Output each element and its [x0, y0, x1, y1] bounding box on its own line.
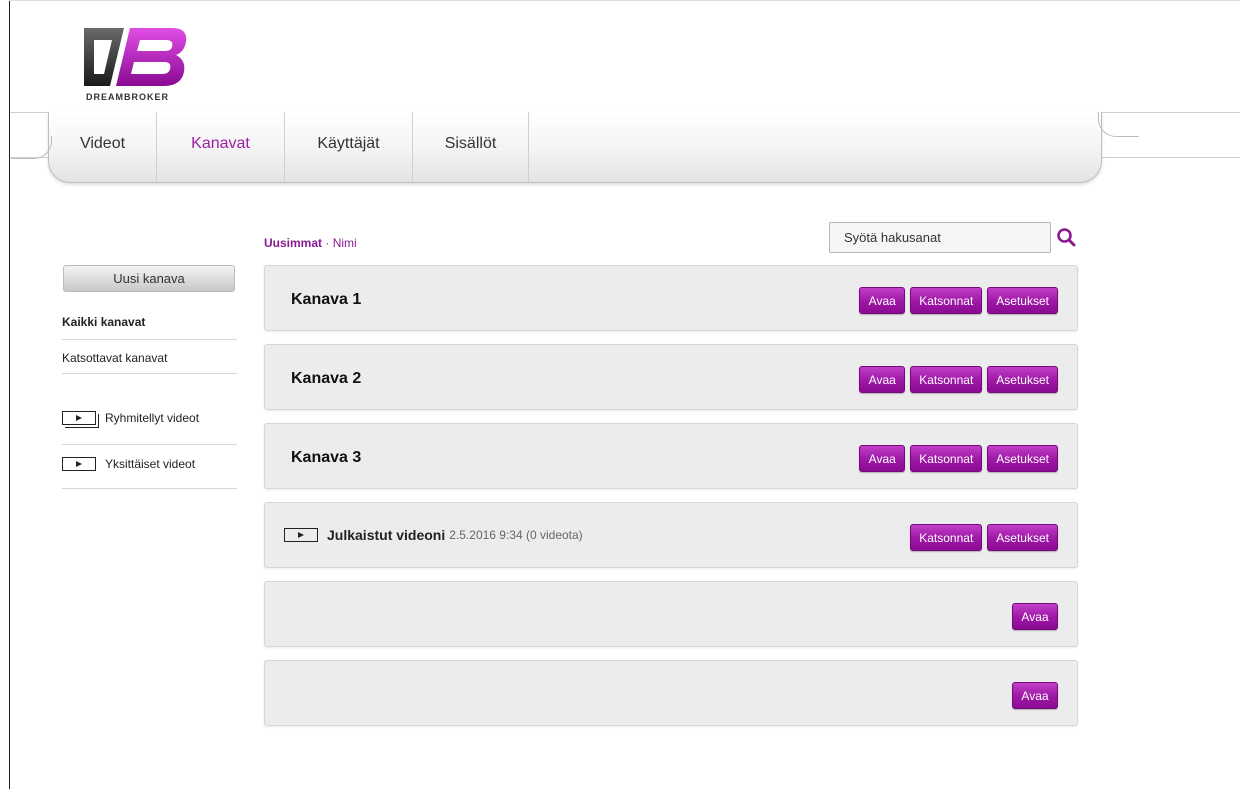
channel-title[interactable]: Kanava 2	[291, 370, 361, 388]
sidebar-item-label: Yksittäiset videot	[105, 457, 196, 471]
sort-newest-link[interactable]: Uusimmat	[264, 236, 322, 250]
published-videos-meta: 2.5.2016 9:34 (0 videota)	[449, 528, 583, 542]
open-button[interactable]: Avaa	[1012, 603, 1058, 630]
sort-options: Uusimmat · Nimi	[264, 236, 357, 250]
search-input[interactable]	[829, 222, 1051, 253]
main-nav: Videot Kanavat Käyttäjät Sisällöt	[11, 112, 1139, 183]
sidebar-divider	[62, 444, 237, 445]
video-icon	[284, 528, 318, 542]
published-videos-card: Julkaistut videoni 2.5.2016 9:34 (0 vide…	[264, 502, 1078, 568]
open-button[interactable]: Avaa	[1012, 682, 1058, 709]
sort-separator: ·	[322, 236, 333, 250]
channel-card: Kanava 2 Avaa Katsonnat Asetukset	[264, 344, 1078, 410]
views-button[interactable]: Katsonnat	[910, 445, 983, 472]
search-icon[interactable]	[1056, 227, 1076, 247]
channel-card: Kanava 3 Avaa Katsonnat Asetukset	[264, 423, 1078, 489]
sidebar-divider	[62, 373, 237, 374]
sidebar-item-all-channels[interactable]: Kaikki kanavat	[62, 315, 145, 329]
open-button[interactable]: Avaa	[859, 445, 906, 472]
nav-tab-videot[interactable]: Videot	[49, 112, 157, 182]
sidebar-item-label: Ryhmitellyt videot	[105, 411, 200, 425]
grouped-video-icon	[62, 411, 99, 428]
new-channel-button[interactable]: Uusi kanava	[63, 265, 235, 292]
channel-card: Avaa	[264, 581, 1078, 647]
settings-button[interactable]: Asetukset	[987, 366, 1058, 393]
channel-card: Kanava 1 Avaa Katsonnat Asetukset	[264, 265, 1078, 331]
sort-name-link[interactable]: Nimi	[333, 236, 357, 250]
channel-card: Avaa	[264, 660, 1078, 726]
open-button[interactable]: Avaa	[859, 366, 906, 393]
open-button[interactable]: Avaa	[859, 287, 906, 314]
page-frame-top	[9, 0, 1240, 1]
views-button[interactable]: Katsonnat	[910, 366, 983, 393]
sidebar-divider	[62, 488, 237, 489]
settings-button[interactable]: Asetukset	[987, 445, 1058, 472]
views-button[interactable]: Katsonnat	[910, 287, 983, 314]
page-frame	[9, 0, 10, 789]
sidebar-item-watched-channels[interactable]: Katsottavat kanavat	[62, 351, 167, 365]
settings-button[interactable]: Asetukset	[987, 524, 1058, 551]
nav-tab-kayttajat[interactable]: Käyttäjät	[285, 112, 413, 182]
settings-button[interactable]: Asetukset	[987, 287, 1058, 314]
sidebar-item-grouped-videos[interactable]: Ryhmitellyt videot	[62, 411, 200, 428]
sidebar-item-single-videos[interactable]: Yksittäiset videot	[62, 457, 195, 471]
published-videos-title[interactable]: Julkaistut videoni	[327, 527, 445, 543]
views-button[interactable]: Katsonnat	[910, 524, 983, 551]
video-icon	[62, 457, 96, 471]
channel-title[interactable]: Kanava 3	[291, 449, 361, 467]
channel-title[interactable]: Kanava 1	[291, 291, 361, 309]
nav-tab-kanavat[interactable]: Kanavat	[157, 112, 285, 182]
sidebar-divider	[62, 339, 237, 340]
logo-wordmark: DREAMBROKER	[86, 92, 169, 102]
nav-tab-sisallot[interactable]: Sisällöt	[413, 112, 529, 182]
